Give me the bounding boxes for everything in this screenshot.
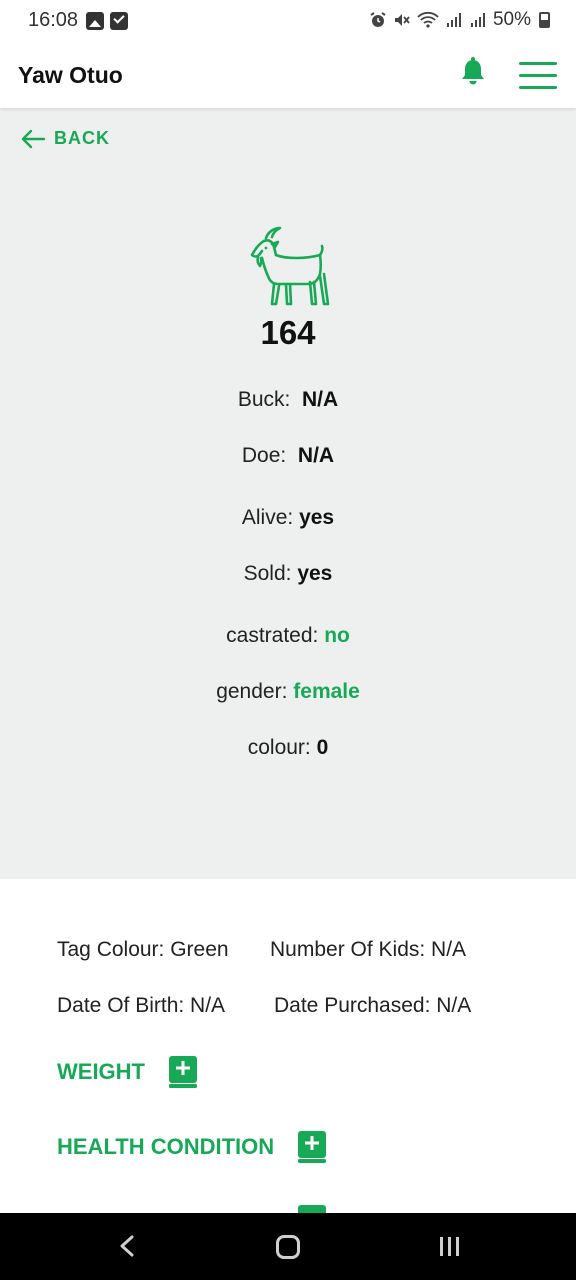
back-button[interactable]: BACK <box>20 128 110 149</box>
tag-colour: Tag Colour: Green <box>57 938 229 961</box>
colour-value: 0 <box>316 736 329 759</box>
status-notification-icons <box>86 12 128 30</box>
nav-recents-icon[interactable] <box>440 1237 459 1256</box>
battery-percent: 50% <box>492 9 531 30</box>
signal-icon <box>470 13 485 27</box>
notifications-button[interactable] <box>455 54 491 90</box>
nav-recents-bar <box>440 1237 443 1256</box>
add-book-icon[interactable] <box>296 1130 328 1164</box>
status-time: 16:08 <box>28 9 79 31</box>
signal-icon <box>446 13 461 27</box>
gender-label: gender: <box>216 680 288 703</box>
mute-icon <box>394 14 410 26</box>
status-system-icons: 50% <box>369 9 550 31</box>
weight-section-button[interactable]: WEIGHT <box>57 1055 199 1089</box>
battery-icon <box>539 12 550 28</box>
menu-line <box>519 62 557 65</box>
sold-row: Sold: yes <box>0 562 576 586</box>
nav-recents-bar <box>456 1237 459 1256</box>
app-header: Yaw Otuo <box>0 44 576 108</box>
menu-line <box>519 74 557 77</box>
arrow-left-icon <box>21 129 46 148</box>
doe-row: Doe: N/A <box>0 444 576 468</box>
colour-label: colour: <box>247 736 311 759</box>
buck-row: Buck: N/A <box>0 388 576 412</box>
buck-label: Buck: <box>237 388 291 411</box>
weight-label: WEIGHT <box>57 1059 145 1084</box>
number-of-kids: Number Of Kids: N/A <box>270 938 467 961</box>
castrated-value: no <box>324 624 350 647</box>
sold-label: Sold: <box>243 562 292 585</box>
sold-value: yes <box>297 562 333 585</box>
bell-icon <box>462 57 484 85</box>
health-condition-section-button[interactable]: HEALTH CONDITION <box>57 1130 328 1164</box>
alive-label: Alive: <box>241 506 294 529</box>
wifi-icon <box>417 11 439 28</box>
back-label: BACK <box>54 128 110 148</box>
gender-row: gender: female <box>0 680 576 704</box>
goat-id: 164 <box>260 314 316 351</box>
nav-home-icon[interactable] <box>276 1235 300 1259</box>
goat-icon <box>244 224 334 314</box>
alive-value: yes <box>299 506 335 529</box>
animal-detail-panel: BACK 164 Buck: N/A Doe: N/A Alive: yes S… <box>0 108 576 879</box>
menu-button[interactable] <box>519 62 557 90</box>
buck-value: N/A <box>302 388 339 411</box>
add-book-icon[interactable] <box>167 1055 199 1089</box>
health-condition-label: HEALTH CONDITION <box>57 1134 275 1159</box>
doe-label: Doe: <box>241 444 287 467</box>
date-of-birth: Date Of Birth: N/A <box>57 994 226 1017</box>
nav-back-icon[interactable] <box>118 1235 136 1257</box>
alive-row: Alive: yes <box>0 506 576 530</box>
castrated-label: castrated: <box>226 624 319 647</box>
check-square-icon <box>110 12 128 30</box>
castrated-row: castrated: no <box>0 624 576 648</box>
doe-value: N/A <box>297 444 335 467</box>
menu-line <box>519 86 557 89</box>
nav-recents-bar <box>448 1237 451 1256</box>
date-purchased: Date Purchased: N/A <box>274 994 472 1017</box>
gender-value: female <box>293 680 360 703</box>
image-icon <box>86 12 104 30</box>
system-navigation-bar <box>0 1213 576 1280</box>
colour-row: colour: 0 <box>0 736 576 760</box>
alarm-icon <box>370 12 386 27</box>
status-bar: 16:08 50% <box>0 0 576 44</box>
user-name: Yaw Otuo <box>18 62 123 88</box>
